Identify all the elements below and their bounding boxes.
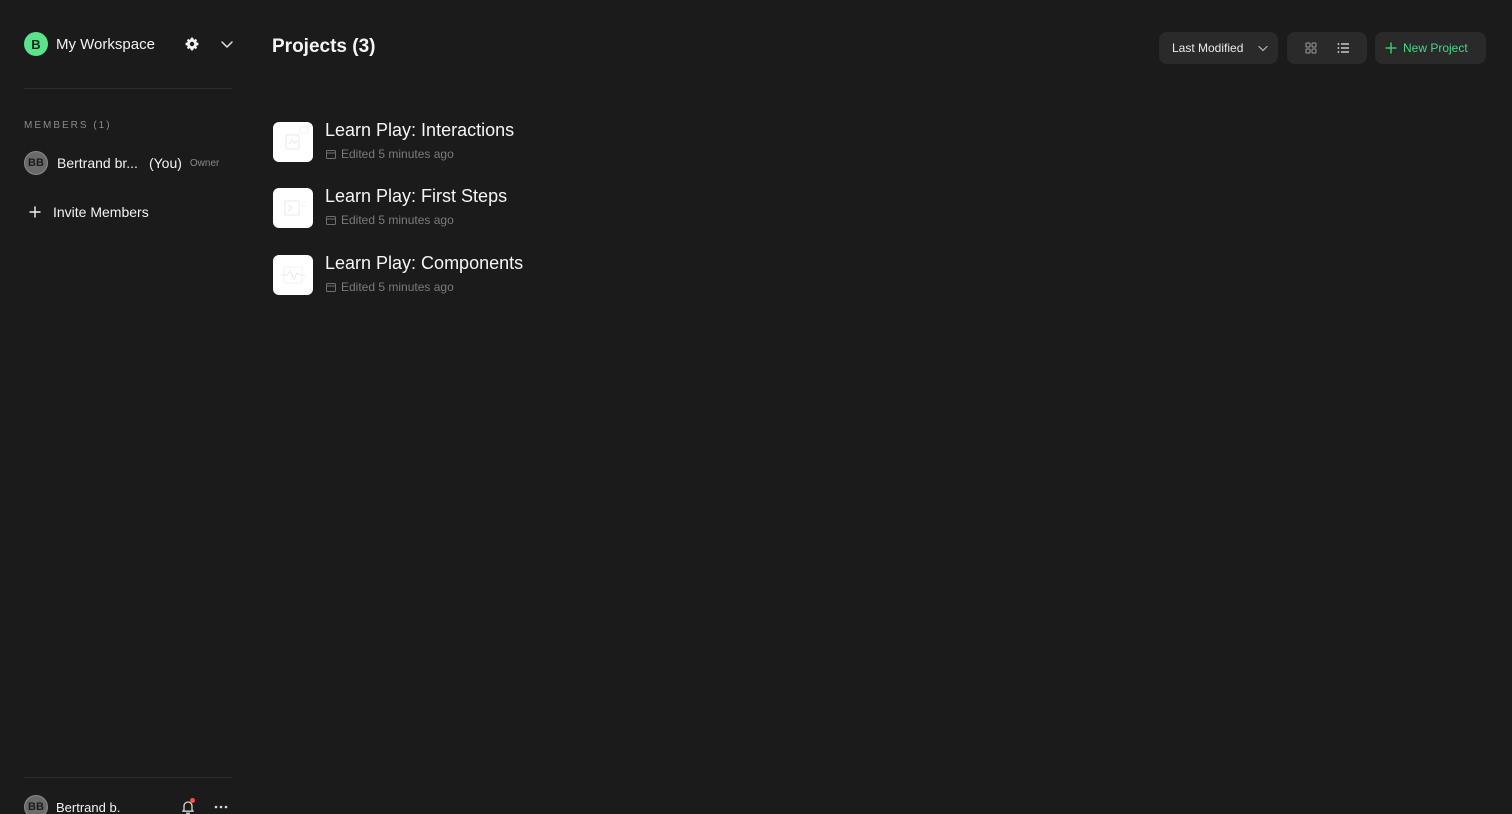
project-edited-time: Edited 5 minutes ago <box>341 280 454 294</box>
workspace-name[interactable]: My Workspace <box>56 36 155 53</box>
project-thumbnail-image <box>281 266 305 284</box>
calendar-icon <box>326 283 336 292</box>
sidebar-footer-divider <box>24 777 232 778</box>
chevron-down-icon <box>1258 45 1268 52</box>
project-edited-time: Edited 5 minutes ago <box>341 147 454 161</box>
plus-icon <box>29 206 41 218</box>
member-name: Bertrand br... <box>57 155 138 171</box>
gear-icon[interactable] <box>184 36 200 52</box>
new-project-label: New Project <box>1403 41 1468 55</box>
notification-dot <box>190 798 195 803</box>
project-title[interactable]: Learn Play: Components <box>325 253 523 274</box>
project-meta: Edited 5 minutes ago <box>325 280 454 294</box>
sort-label: Last Modified <box>1172 41 1244 55</box>
project-thumbnail <box>273 188 313 228</box>
project-item[interactable]: Learn Play: Interactions Edited 5 minute… <box>273 120 613 166</box>
project-title[interactable]: Learn Play: First Steps <box>325 186 507 207</box>
calendar-icon <box>326 216 336 225</box>
chevron-down-icon[interactable] <box>219 36 235 52</box>
member-row[interactable]: BB Bertrand br... (You) Owner <box>24 151 234 175</box>
project-item[interactable]: Learn Play: First Steps Edited 5 minutes… <box>273 186 613 232</box>
project-title[interactable]: Learn Play: Interactions <box>325 120 514 141</box>
user-name[interactable]: Bertrand b. <box>56 800 120 814</box>
page-title: Projects (3) <box>272 36 376 57</box>
sidebar-divider <box>24 88 232 89</box>
project-thumbnail-image <box>285 126 309 150</box>
workspace-avatar: B <box>24 32 48 56</box>
project-thumbnail-image <box>284 200 306 216</box>
sort-dropdown[interactable]: Last Modified <box>1159 32 1278 64</box>
invite-members-label: Invite Members <box>53 204 149 220</box>
project-meta: Edited 5 minutes ago <box>325 213 454 227</box>
view-mode-toggle <box>1287 32 1367 64</box>
member-avatar: BB <box>24 151 48 175</box>
project-thumbnail <box>273 122 313 162</box>
list-view-button[interactable] <box>1323 32 1363 64</box>
member-you-label: (You) <box>148 155 182 171</box>
user-footer: BB Bertrand b. <box>24 795 234 814</box>
calendar-icon <box>326 150 336 159</box>
new-project-button[interactable]: New Project <box>1375 32 1486 64</box>
app-root: B My Workspace MEMBERS (1) BB Bertrand b… <box>0 0 1512 814</box>
user-avatar[interactable]: BB <box>24 795 48 814</box>
workspace-header[interactable]: B My Workspace <box>24 31 234 57</box>
grid-icon <box>1305 42 1317 54</box>
sidebar: B My Workspace MEMBERS (1) BB Bertrand b… <box>0 0 256 814</box>
project-edited-time: Edited 5 minutes ago <box>341 213 454 227</box>
more-horizontal-icon[interactable] <box>213 799 229 814</box>
plus-icon <box>1385 42 1397 54</box>
members-title: MEMBERS (1) <box>24 120 112 131</box>
project-meta: Edited 5 minutes ago <box>325 147 454 161</box>
project-item[interactable]: Learn Play: Components Edited 5 minutes … <box>273 253 613 299</box>
list-icon <box>1337 43 1349 53</box>
member-role: Owner <box>189 157 220 169</box>
invite-members-button[interactable]: Invite Members <box>28 201 149 223</box>
project-thumbnail <box>273 255 313 295</box>
